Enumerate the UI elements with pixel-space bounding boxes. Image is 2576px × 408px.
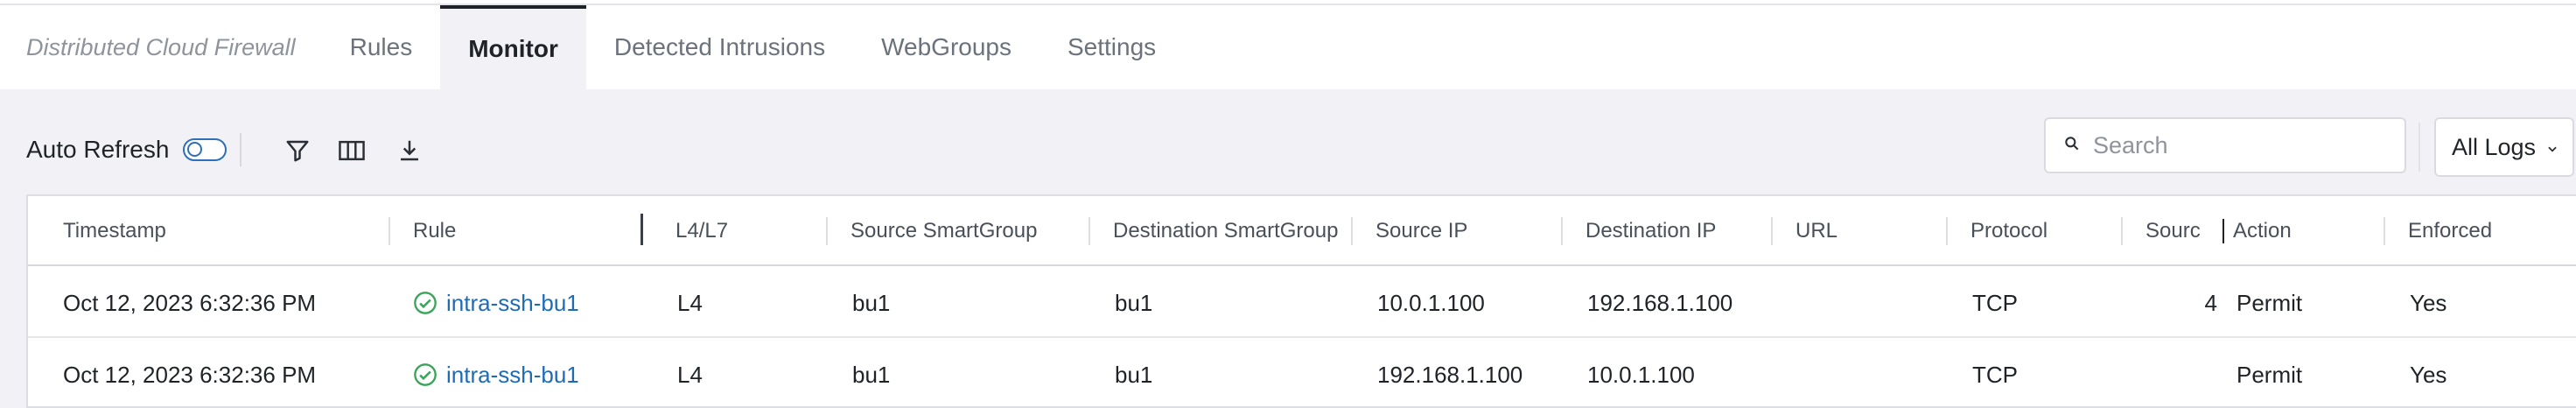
- columns-icon[interactable]: [332, 131, 371, 170]
- toolbar-divider: [240, 133, 242, 166]
- cell-source-ip: 10.0.1.100: [1377, 289, 1485, 316]
- tab-rules[interactable]: Rules: [322, 5, 441, 89]
- column-separator[interactable]: [2384, 217, 2385, 245]
- cell-layer: L4: [677, 361, 703, 388]
- logs-table: Timestamp Rule L4/L7 Source SmartGroup D…: [26, 194, 2576, 408]
- toggle-knob: [187, 142, 203, 157]
- text-cursor: [2222, 219, 2224, 243]
- cell-source-ip: 192.168.1.100: [1377, 361, 1523, 388]
- cell-source-port: [2146, 340, 2217, 406]
- column-header-source-port[interactable]: Sourc: [2146, 196, 2222, 266]
- auto-refresh: Auto Refresh: [26, 136, 228, 164]
- column-header-url[interactable]: URL: [1796, 196, 1936, 266]
- rule-link[interactable]: intra-ssh-bu1: [446, 290, 579, 317]
- column-header-protocol[interactable]: Protocol: [1970, 196, 2110, 266]
- column-header-source-smartgroup[interactable]: Source SmartGroup: [850, 196, 1069, 266]
- rule-link[interactable]: intra-ssh-bu1: [446, 362, 579, 389]
- cell-source-smartgroup: bu1: [852, 289, 891, 316]
- column-separator[interactable]: [826, 217, 828, 245]
- tab-monitor[interactable]: Monitor: [440, 5, 586, 89]
- cell-enforced: Yes: [2410, 289, 2447, 316]
- tab-settings[interactable]: Settings: [1040, 5, 1184, 89]
- cell-destination-smartgroup: bu1: [1115, 361, 1153, 388]
- cell-rule: intra-ssh-bu1: [413, 268, 579, 338]
- column-resize-handle[interactable]: [640, 214, 643, 245]
- search-icon: [2063, 135, 2081, 157]
- column-separator[interactable]: [2121, 217, 2123, 245]
- column-separator[interactable]: [1561, 217, 1563, 245]
- cell-source-smartgroup: bu1: [852, 361, 891, 388]
- cell-protocol: TCP: [1972, 289, 2018, 316]
- column-header-rule[interactable]: Rule: [413, 196, 588, 266]
- toolbar: Auto Refresh All Logs: [0, 89, 2576, 193]
- cell-timestamp: Oct 12, 2023 6:32:36 PM: [63, 361, 317, 388]
- toolbar-divider-right: [2418, 123, 2420, 172]
- cell-source-port: 4: [2204, 289, 2217, 316]
- search-box: [2044, 117, 2406, 173]
- cell-action: Permit: [2236, 289, 2303, 316]
- tab-webgroups[interactable]: WebGroups: [853, 5, 1040, 89]
- auto-refresh-toggle[interactable]: [183, 138, 228, 161]
- search-input[interactable]: [2093, 131, 2390, 159]
- column-separator[interactable]: [1771, 217, 1773, 245]
- cell-destination-ip: 192.168.1.100: [1587, 289, 1733, 316]
- column-header-enforced[interactable]: Enforced: [2408, 196, 2548, 266]
- table-row[interactable]: Oct 12, 2023 6:32:36 PM intra-ssh-bu1 L4…: [28, 340, 2576, 406]
- auto-refresh-label: Auto Refresh: [26, 136, 170, 163]
- log-filter-select[interactable]: All Logs: [2434, 117, 2574, 177]
- column-header-timestamp[interactable]: Timestamp: [63, 196, 238, 266]
- cell-enforced: Yes: [2410, 361, 2447, 388]
- app-title: Distributed Cloud Firewall: [26, 33, 296, 60]
- filter-icon[interactable]: [278, 131, 317, 170]
- column-separator[interactable]: [1946, 217, 1948, 245]
- tab-detected-intrusions[interactable]: Detected Intrusions: [586, 5, 853, 89]
- check-circle-icon: [413, 362, 438, 387]
- column-separator[interactable]: [1088, 217, 1090, 245]
- chevron-down-icon: [2546, 134, 2558, 161]
- column-separator[interactable]: [1351, 217, 1353, 245]
- column-header-layer[interactable]: L4/L7: [676, 196, 780, 266]
- column-header-source-ip[interactable]: Source IP: [1376, 196, 1550, 266]
- check-circle-icon: [413, 291, 438, 315]
- log-filter-value: All Logs: [2452, 133, 2537, 160]
- cell-protocol: TCP: [1972, 361, 2018, 388]
- cell-destination-ip: 10.0.1.100: [1587, 361, 1695, 388]
- column-header-destination-smartgroup[interactable]: Destination SmartGroup: [1113, 196, 1349, 266]
- cell-destination-smartgroup: bu1: [1115, 289, 1153, 316]
- cell-action: Permit: [2236, 361, 2303, 388]
- tab-bar: Distributed Cloud Firewall Rules Monitor…: [0, 5, 2576, 89]
- download-icon[interactable]: [390, 131, 429, 170]
- cell-timestamp: Oct 12, 2023 6:32:36 PM: [63, 289, 317, 316]
- table-row[interactable]: Oct 12, 2023 6:32:36 PM intra-ssh-bu1 L4…: [28, 268, 2576, 338]
- table-header: Timestamp Rule L4/L7 Source SmartGroup D…: [28, 196, 2576, 266]
- column-separator[interactable]: [388, 217, 390, 245]
- cell-layer: L4: [677, 289, 703, 316]
- cell-rule: intra-ssh-bu1: [413, 340, 579, 406]
- column-header-action[interactable]: Action: [2233, 196, 2356, 266]
- column-header-destination-ip[interactable]: Destination IP: [1586, 196, 1760, 266]
